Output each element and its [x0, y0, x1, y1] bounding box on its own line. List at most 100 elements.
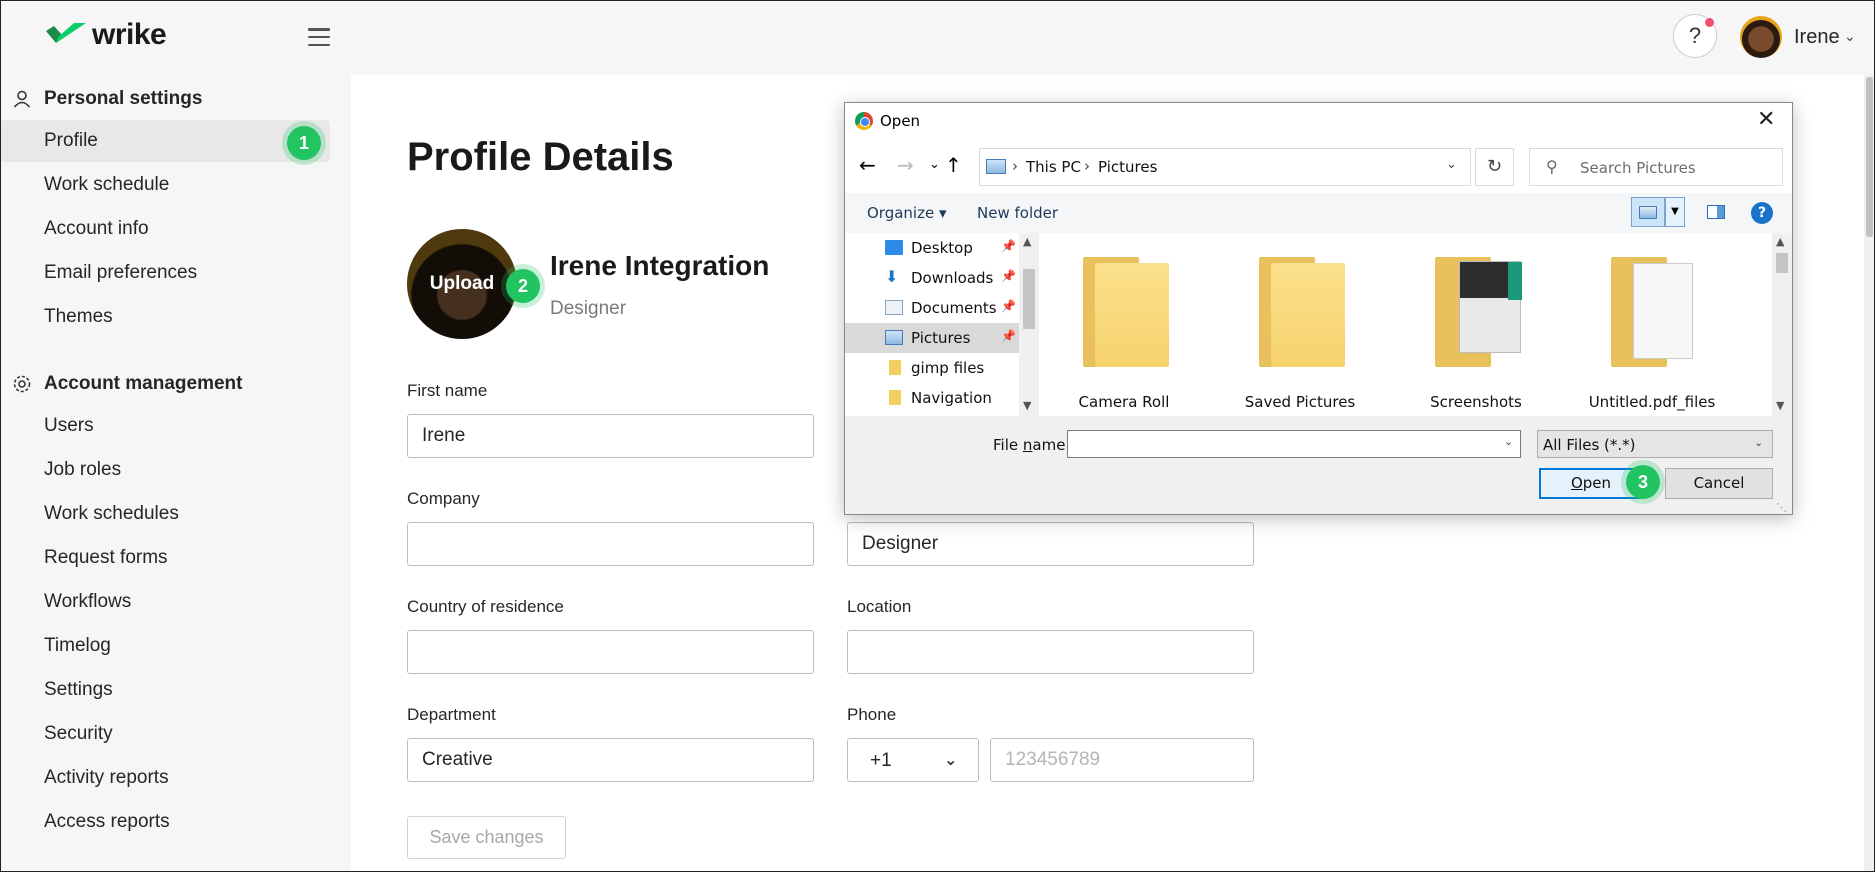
- location-field[interactable]: [847, 630, 1254, 674]
- sidebar-item-job-roles[interactable]: Job roles: [0, 449, 330, 491]
- sidebar-item-timelog[interactable]: Timelog: [0, 625, 330, 667]
- step-badge-1: 1: [287, 126, 321, 160]
- job-title-field[interactable]: Designer: [847, 522, 1254, 566]
- tree-item-downloads[interactable]: ⬇ Downloads 📌: [845, 263, 1019, 293]
- user-icon: [13, 90, 31, 108]
- sidebar-item-security[interactable]: Security: [0, 713, 330, 755]
- search-input[interactable]: ⚲ Search Pictures: [1529, 148, 1783, 186]
- tree-item-documents[interactable]: Documents 📌: [845, 293, 1019, 323]
- chrome-icon: [855, 112, 873, 130]
- file-type-select[interactable]: All Files (*.*) ⌄: [1537, 430, 1773, 458]
- user-avatar[interactable]: [1740, 16, 1782, 58]
- forward-arrow-icon[interactable]: →: [897, 153, 914, 177]
- breadcrumb-pictures[interactable]: Pictures: [1098, 158, 1157, 176]
- sidebar-item-profile[interactable]: Profile: [0, 120, 330, 162]
- sidebar-item-work-schedules[interactable]: Work schedules: [0, 493, 330, 535]
- country-label: Country of residence: [407, 597, 564, 616]
- pin-icon: 📌: [1001, 299, 1016, 313]
- sidebar-item-users[interactable]: Users: [0, 405, 330, 447]
- back-arrow-icon[interactable]: ←: [859, 153, 876, 177]
- desktop-icon: [885, 240, 903, 255]
- step-badge-2: 2: [506, 269, 540, 303]
- tree-scrollbar[interactable]: ▲ ▼: [1019, 233, 1039, 416]
- up-arrow-icon[interactable]: ↑: [945, 153, 962, 177]
- folder-icon: [1083, 257, 1169, 367]
- file-name-label: File name:: [993, 436, 1071, 454]
- file-name-field[interactable]: ⌄: [1067, 430, 1521, 458]
- user-name[interactable]: Irene: [1794, 26, 1840, 49]
- dialog-titlebar[interactable]: Open ✕: [845, 103, 1792, 137]
- navigation-tree: Desktop 📌 ⬇ Downloads 📌 Documents 📌 Pict…: [845, 233, 1019, 416]
- folder-icon: [1259, 257, 1345, 367]
- sidebar-item-account-info[interactable]: Account info: [0, 208, 330, 250]
- upload-button[interactable]: Upload: [407, 273, 517, 295]
- recent-locations-icon[interactable]: ⌄: [929, 157, 940, 172]
- pictures-icon: [885, 330, 903, 345]
- page-scrollbar[interactable]: [1864, 75, 1875, 872]
- menu-toggle-icon[interactable]: [308, 28, 330, 46]
- sidebar: Personal settings Profile Work schedule …: [0, 75, 350, 872]
- gear-icon: [13, 375, 31, 393]
- file-item-untitled-pdf-files[interactable]: Untitled.pdf_files: [1567, 233, 1737, 416]
- pin-icon: 📌: [1001, 239, 1016, 253]
- pictures-icon: [986, 159, 1006, 174]
- refresh-icon[interactable]: ↻: [1475, 148, 1514, 186]
- cancel-button[interactable]: Cancel: [1665, 468, 1773, 499]
- sidebar-item-workflows[interactable]: Workflows: [0, 581, 330, 623]
- chevron-down-icon[interactable]: ⌄: [1446, 157, 1457, 172]
- company-field[interactable]: [407, 522, 814, 566]
- close-icon[interactable]: ✕: [1757, 107, 1775, 132]
- dialog-command-bar: Organize ▾ New folder ▼ ?: [845, 193, 1792, 233]
- folder-icon: [889, 360, 901, 375]
- phone-label: Phone: [847, 705, 897, 724]
- save-changes-button[interactable]: Save changes: [407, 816, 566, 859]
- help-icon[interactable]: ?: [1751, 202, 1773, 224]
- sidebar-item-settings[interactable]: Settings: [0, 669, 330, 711]
- department-field[interactable]: Creative: [407, 738, 814, 782]
- tree-item-gimp-files[interactable]: gimp files: [845, 353, 1019, 383]
- file-list-scrollbar[interactable]: ▲ ▼: [1772, 233, 1792, 416]
- change-view-button[interactable]: [1631, 197, 1665, 227]
- chevron-down-icon: ⌄: [944, 752, 958, 769]
- preview-pane-icon[interactable]: [1707, 205, 1725, 219]
- address-bar[interactable]: › This PC › Pictures ⌄: [979, 148, 1471, 186]
- resize-grip-icon[interactable]: ⋱: [1776, 501, 1787, 514]
- tree-item-pictures[interactable]: Pictures 📌: [845, 323, 1019, 353]
- chevron-down-icon[interactable]: ⌄: [1504, 435, 1513, 448]
- country-field[interactable]: [407, 630, 814, 674]
- dialog-navigation-bar: ← → ⌄ ↑ › This PC › Pictures ⌄ ↻ ⚲ Searc…: [845, 137, 1792, 193]
- new-folder-button[interactable]: New folder: [977, 204, 1058, 222]
- folder-icon: [1435, 257, 1522, 367]
- logo-text: wrike: [92, 18, 167, 51]
- breadcrumb-this-pc[interactable]: This PC: [1026, 158, 1081, 176]
- chevron-down-icon[interactable]: ⌄: [1844, 28, 1856, 45]
- sidebar-item-themes[interactable]: Themes: [0, 296, 330, 338]
- sidebar-item-access-reports[interactable]: Access reports: [0, 801, 330, 843]
- tree-item-navigation[interactable]: Navigation: [845, 383, 1019, 413]
- account-management-heading: Account management: [0, 366, 350, 402]
- file-list: Camera Roll Saved Pictures Screenshots U…: [1039, 233, 1772, 416]
- sidebar-item-request-forms[interactable]: Request forms: [0, 537, 330, 579]
- sidebar-item-email-preferences[interactable]: Email preferences: [0, 252, 330, 294]
- dialog-title: Open: [880, 112, 921, 130]
- sidebar-item-work-schedule[interactable]: Work schedule: [0, 164, 330, 206]
- first-name-label: First name: [407, 381, 488, 400]
- page-title: Profile Details: [407, 135, 674, 179]
- phone-field[interactable]: 123456789: [990, 738, 1254, 782]
- file-item-saved-pictures[interactable]: Saved Pictures: [1215, 233, 1385, 416]
- file-item-camera-roll[interactable]: Camera Roll: [1039, 233, 1209, 416]
- phone-code-select[interactable]: +1 ⌄: [847, 738, 979, 782]
- sidebar-item-activity-reports[interactable]: Activity reports: [0, 757, 330, 799]
- file-item-screenshots[interactable]: Screenshots: [1391, 233, 1561, 416]
- wrike-logo[interactable]: wrike: [44, 18, 167, 52]
- documents-icon: [885, 300, 903, 315]
- profile-name: Irene Integration: [550, 250, 770, 281]
- first-name-field[interactable]: Irene: [407, 414, 814, 458]
- organize-menu[interactable]: Organize ▾: [867, 204, 947, 222]
- view-options-dropdown[interactable]: ▼: [1665, 197, 1685, 227]
- department-label: Department: [407, 705, 496, 724]
- tree-item-desktop[interactable]: Desktop 📌: [845, 233, 1019, 263]
- pin-icon: 📌: [1001, 269, 1016, 283]
- download-icon: ⬇: [885, 267, 899, 286]
- pin-icon: 📌: [1001, 329, 1016, 343]
